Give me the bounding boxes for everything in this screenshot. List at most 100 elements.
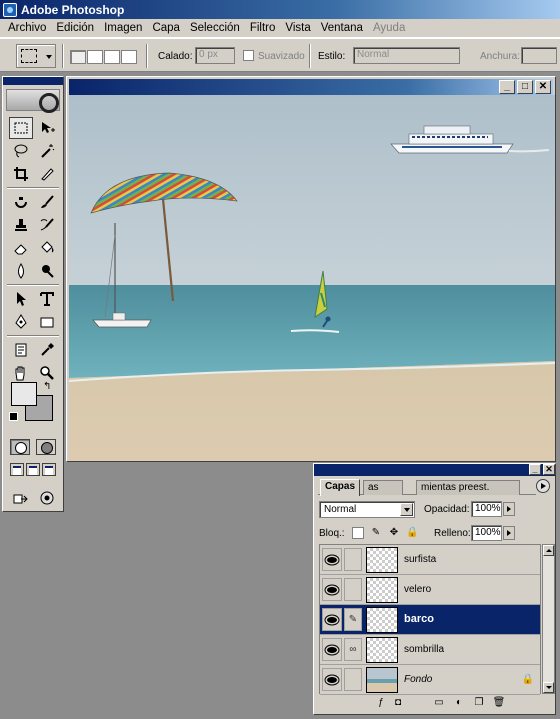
layer-style-icon[interactable]: ƒ [374, 697, 388, 709]
crop-tool-icon[interactable] [9, 163, 33, 185]
eye-icon[interactable] [322, 578, 342, 601]
layer-list-scrollbar[interactable] [542, 544, 555, 694]
tab-capas[interactable]: Capas [320, 479, 361, 496]
menu-imagen[interactable]: Imagen [99, 22, 147, 34]
eye-icon[interactable] [322, 548, 342, 571]
layer-row-sombrilla[interactable]: ∞ sombrilla [320, 635, 540, 665]
feather-field[interactable]: 0 px [195, 47, 235, 64]
dodge-tool-icon[interactable] [35, 260, 59, 282]
menu-vista[interactable]: Vista [280, 22, 315, 34]
rectangular-marquee-icon [21, 49, 37, 63]
path-selection-tool-icon[interactable] [9, 288, 33, 310]
antialias-checkbox[interactable] [243, 50, 254, 61]
layer-row-velero[interactable]: velero [320, 575, 540, 605]
brush-icon[interactable]: ✎ [344, 608, 362, 631]
add-mask-icon[interactable]: ◘ [391, 697, 405, 709]
blend-mode-select[interactable]: Normal [319, 501, 415, 518]
tool-preset-picker[interactable] [16, 44, 56, 68]
standard-mode-button[interactable] [10, 439, 30, 455]
add-to-selection-button[interactable] [87, 50, 103, 64]
type-tool-icon[interactable] [35, 288, 59, 310]
layer-link-cell[interactable] [344, 548, 362, 571]
move-tool-icon[interactable] [35, 117, 59, 139]
subtract-from-selection-button[interactable] [104, 50, 120, 64]
palette-tabs: Capas as mientas preest. [318, 479, 536, 496]
minimize-button[interactable]: _ [529, 464, 541, 475]
standard-screen-mode-button[interactable] [10, 463, 24, 476]
clone-stamp-tool-icon[interactable] [9, 214, 33, 236]
layer-row-fondo[interactable]: Fondo 🔒 [320, 665, 540, 695]
photoshop-logo[interactable] [6, 89, 60, 113]
eye-icon[interactable] [322, 608, 342, 631]
menu-ayuda[interactable]: Ayuda [368, 22, 410, 34]
eyedropper-tool-icon[interactable] [35, 339, 59, 361]
fill-field[interactable]: 100% [471, 525, 502, 541]
menu-filtro[interactable]: Filtro [245, 22, 281, 34]
adjustment-layer-icon[interactable]: ◐ [452, 697, 466, 709]
minimize-button[interactable]: _ [499, 80, 515, 94]
image-canvas[interactable] [69, 95, 555, 461]
default-colors-icon[interactable] [9, 412, 18, 421]
history-brush-tool-icon[interactable] [35, 214, 59, 236]
swap-colors-icon[interactable]: ↰ [43, 381, 51, 392]
foreground-color-swatch[interactable] [11, 382, 37, 406]
paint-bucket-tool-icon[interactable] [35, 237, 59, 259]
trash-icon[interactable]: 🗑 [492, 697, 506, 709]
toolbox-title-bar[interactable] [3, 77, 63, 85]
tab-canales[interactable]: as [363, 480, 403, 495]
palette-menu-button[interactable] [536, 479, 550, 493]
magic-wand-tool-icon[interactable] [35, 140, 59, 162]
healing-brush-tool-icon[interactable] [9, 191, 33, 213]
layer-link-cell[interactable] [344, 578, 362, 601]
close-button[interactable]: ✕ [535, 80, 551, 94]
opacity-slider-button[interactable] [503, 502, 515, 516]
scroll-up-button[interactable] [543, 545, 554, 556]
link-icon[interactable]: ∞ [344, 638, 362, 661]
opacity-field[interactable]: 100% [471, 501, 502, 517]
hand-tool-icon[interactable] [9, 362, 33, 384]
style-select[interactable]: Normal [353, 47, 460, 64]
close-button[interactable]: ✕ [543, 464, 555, 475]
quick-mask-mode-button[interactable] [36, 439, 56, 455]
layer-thumbnail [366, 637, 398, 663]
blur-tool-icon[interactable] [9, 260, 33, 282]
jump-to-imageready-icon[interactable] [9, 487, 33, 509]
lasso-tool-icon[interactable] [9, 140, 33, 162]
brush-tool-icon[interactable] [35, 191, 59, 213]
width-field[interactable] [521, 47, 557, 64]
imageready-icon[interactable] [35, 487, 59, 509]
eraser-tool-icon[interactable] [9, 237, 33, 259]
eye-icon[interactable] [322, 638, 342, 661]
lock-image-pixels-icon[interactable]: ✎ [370, 527, 382, 539]
new-group-icon[interactable]: ▭ [432, 697, 446, 709]
full-screen-menu-mode-button[interactable] [26, 463, 40, 476]
eye-icon[interactable] [322, 668, 342, 691]
document-title-bar[interactable]: _ □ ✕ [69, 79, 553, 95]
menu-ventana[interactable]: Ventana [316, 22, 368, 34]
layer-row-surfista[interactable]: surfista [320, 545, 540, 575]
layer-link-cell[interactable] [344, 668, 362, 691]
notes-tool-icon[interactable] [9, 339, 33, 361]
new-selection-button[interactable] [70, 50, 86, 64]
layers-palette-title-bar[interactable]: _ ✕ [314, 464, 555, 476]
menu-edicion[interactable]: Edición [51, 22, 99, 34]
slice-tool-icon[interactable] [35, 163, 59, 185]
fill-slider-button[interactable] [503, 526, 515, 540]
lock-position-icon[interactable]: ✥ [388, 527, 400, 539]
pen-tool-icon[interactable] [9, 311, 33, 333]
menu-archivo[interactable]: Archivo [3, 22, 51, 34]
marquee-tool-icon[interactable] [9, 117, 33, 139]
lock-all-icon[interactable]: 🔒 [406, 527, 418, 539]
menu-seleccion[interactable]: Selección [185, 22, 245, 34]
maximize-button[interactable]: □ [517, 80, 533, 94]
new-layer-icon[interactable]: ❐ [472, 697, 486, 709]
intersect-selection-button[interactable] [121, 50, 137, 64]
layer-row-barco[interactable]: ✎ barco [320, 605, 540, 635]
tab-herramientas-preest[interactable]: mientas preest. [416, 480, 520, 495]
lock-transparency-icon[interactable] [352, 527, 364, 539]
menu-capa[interactable]: Capa [147, 22, 185, 34]
layer-thumbnail [366, 667, 398, 693]
rectangle-tool-icon[interactable] [35, 311, 59, 333]
full-screen-mode-button[interactable] [42, 463, 56, 476]
scroll-down-button[interactable] [543, 682, 554, 693]
